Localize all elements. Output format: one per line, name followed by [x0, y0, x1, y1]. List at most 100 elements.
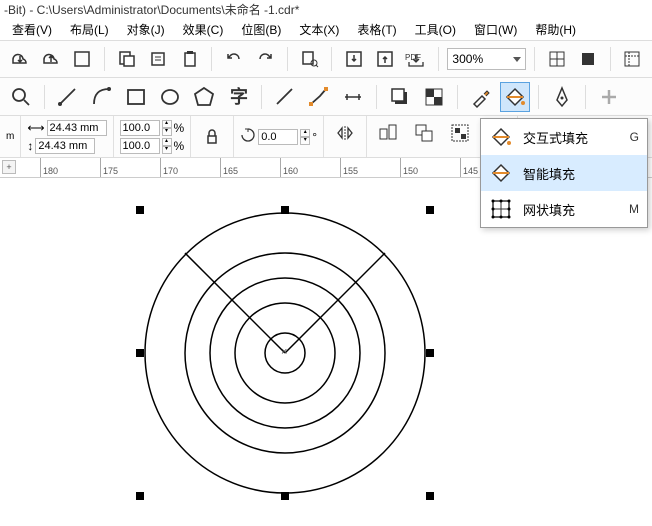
separator: [457, 85, 458, 109]
lock-ratio-icon[interactable]: [197, 122, 227, 152]
smart-fill-icon: [489, 161, 513, 185]
selection-handle[interactable]: [136, 492, 144, 500]
ruler-tick: 165: [220, 158, 238, 177]
separator: [534, 47, 535, 71]
line-tool-icon[interactable]: [270, 82, 300, 112]
shadow-tool-icon[interactable]: [385, 82, 415, 112]
degree-label: °: [312, 130, 317, 144]
selection-handle[interactable]: [281, 206, 289, 214]
svg-text:字: 字: [230, 86, 248, 107]
magnifier-tool-icon[interactable]: [6, 82, 36, 112]
paste-icon[interactable]: [176, 45, 203, 73]
ruler-tick: 150: [400, 158, 418, 177]
separator: [585, 85, 586, 109]
guides-icon[interactable]: [619, 45, 646, 73]
rotate-icon: [240, 127, 256, 146]
spinner[interactable]: ▴▾: [162, 120, 172, 136]
rotation-input[interactable]: [258, 129, 298, 145]
curve-tool-icon[interactable]: [87, 82, 117, 112]
connector-tool-icon[interactable]: [304, 82, 334, 112]
text-tool-icon[interactable]: 字: [223, 82, 253, 112]
mirror-h-icon[interactable]: [330, 118, 360, 148]
undo-icon[interactable]: [220, 45, 247, 73]
menu-help[interactable]: 帮助(H): [527, 19, 584, 40]
cloud-upload-icon[interactable]: [37, 45, 64, 73]
flyout-label: 智能填充: [523, 164, 629, 183]
separator: [538, 85, 539, 109]
ruler-tick: 180: [40, 158, 58, 177]
selection-handle[interactable]: [426, 492, 434, 500]
freehand-tool-icon[interactable]: [53, 82, 83, 112]
menu-tool[interactable]: 工具(O): [407, 19, 464, 40]
object-width-input[interactable]: [47, 120, 107, 136]
width-icon: ⟷: [27, 121, 44, 135]
fill-tool-icon[interactable]: [500, 82, 530, 112]
scale-x-input[interactable]: [120, 120, 160, 136]
object-height-input[interactable]: [35, 138, 95, 154]
drawing-canvas[interactable]: ×: [0, 178, 652, 523]
separator: [261, 85, 262, 109]
spinner[interactable]: ▴▾: [162, 138, 172, 154]
selected-object[interactable]: [0, 178, 652, 523]
flyout-item-smart-fill[interactable]: 智能填充: [481, 155, 647, 191]
scale-y-input[interactable]: [120, 138, 160, 154]
selection-handle[interactable]: [136, 206, 144, 214]
separator: [376, 85, 377, 109]
pen-tool-icon[interactable]: [547, 82, 577, 112]
menu-view[interactable]: 查看(V): [4, 19, 60, 40]
zoom-combo[interactable]: 300%: [447, 48, 525, 70]
menu-bitmap[interactable]: 位图(B): [233, 19, 289, 40]
box-icon[interactable]: [69, 45, 96, 73]
toolbox: 字: [0, 78, 652, 116]
menu-layout[interactable]: 布局(L): [62, 19, 117, 40]
spinner[interactable]: ▴▾: [300, 129, 310, 145]
ruler-tick: 160: [280, 158, 298, 177]
ruler-tick: 145: [460, 158, 478, 177]
group-icon[interactable]: [445, 118, 475, 148]
bucket-icon: [489, 125, 513, 149]
export-icon[interactable]: [372, 45, 399, 73]
search-icon[interactable]: [296, 45, 323, 73]
ruler-origin-icon[interactable]: +: [2, 160, 16, 174]
flyout-label: 交互式填充: [523, 128, 620, 147]
selection-handle[interactable]: [136, 349, 144, 357]
duplicate-icon[interactable]: [144, 45, 171, 73]
import-icon[interactable]: [340, 45, 367, 73]
eyedropper-tool-icon[interactable]: [466, 82, 496, 112]
copy-icon[interactable]: [113, 45, 140, 73]
redo-icon[interactable]: [252, 45, 279, 73]
mesh-icon: [489, 197, 513, 221]
height-icon: ↕: [27, 139, 33, 153]
separator: [44, 85, 45, 109]
menu-window[interactable]: 窗口(W): [466, 19, 525, 40]
align-icon[interactable]: [373, 118, 403, 148]
grid-toggle-icon[interactable]: [543, 45, 570, 73]
flyout-item-interactive-fill[interactable]: 交互式填充 G: [481, 119, 647, 155]
fullscreen-icon[interactable]: [574, 45, 601, 73]
order-icon[interactable]: [409, 118, 439, 148]
separator: [104, 47, 105, 71]
selection-handle[interactable]: [426, 206, 434, 214]
add-tool-icon[interactable]: [594, 82, 624, 112]
selection-handle[interactable]: [281, 492, 289, 500]
menu-object[interactable]: 对象(J): [119, 19, 173, 40]
flyout-shortcut: M: [629, 202, 639, 216]
menu-effect[interactable]: 效果(C): [175, 19, 232, 40]
fill-tool-flyout: 交互式填充 G 智能填充 网状填充 M: [480, 118, 648, 228]
flyout-shortcut: G: [630, 130, 639, 144]
flyout-item-mesh-fill[interactable]: 网状填充 M: [481, 191, 647, 227]
separator: [211, 47, 212, 71]
separator: [610, 47, 611, 71]
polygon-tool-icon[interactable]: [189, 82, 219, 112]
ellipse-tool-icon[interactable]: [155, 82, 185, 112]
rectangle-tool-icon[interactable]: [121, 82, 151, 112]
pdf-export-icon[interactable]: PDF: [403, 45, 430, 73]
selection-handle[interactable]: [426, 349, 434, 357]
menu-table[interactable]: 表格(T): [349, 19, 404, 40]
separator: [331, 47, 332, 71]
menu-text[interactable]: 文本(X): [291, 19, 347, 40]
selection-center-icon[interactable]: ×: [281, 346, 287, 358]
dimension-tool-icon[interactable]: [338, 82, 368, 112]
cloud-download-icon[interactable]: [6, 45, 33, 73]
transparency-tool-icon[interactable]: [419, 82, 449, 112]
